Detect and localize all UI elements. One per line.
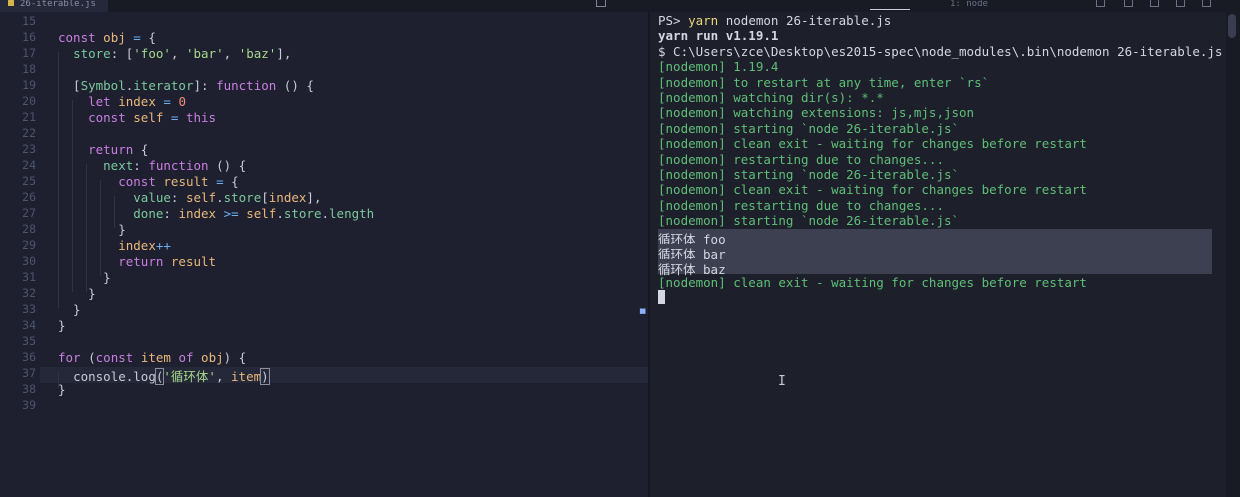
tab-output[interactable] — [730, 0, 750, 9]
line-number: 18 — [22, 62, 36, 76]
terminal-output-line: PS> yarn nodemon 26-iterable.js — [658, 13, 892, 28]
kill-terminal-icon[interactable] — [1150, 0, 1159, 7]
line-number: 17 — [22, 46, 36, 60]
terminal-output-line: [nodemon] watching dir(s): *.* — [658, 90, 884, 105]
line-number: 29 — [22, 238, 36, 252]
terminal-output-line: [nodemon] 1.19.4 — [658, 59, 779, 75]
top-tab-strip: 26-iterable.js 1: node — [0, 0, 1240, 12]
terminal-output-line: yarn run v1.19.1 — [658, 28, 779, 44]
line-number: 27 — [22, 206, 36, 220]
split-editor-icon[interactable] — [596, 0, 606, 7]
line-number: 39 — [22, 398, 36, 412]
js-file-icon — [8, 0, 14, 6]
terminal-output-line: [nodemon] starting `node 26-iterable.js` — [658, 120, 960, 136]
selection-highlight — [658, 228, 1212, 244]
line-number: 20 — [22, 94, 36, 108]
selection-highlight — [658, 244, 1212, 259]
text-cursor-ibeam-icon: I — [778, 374, 786, 389]
code-line[interactable]: index++ — [58, 238, 171, 253]
code-line[interactable]: } — [58, 382, 66, 397]
code-line[interactable]: const obj = { — [58, 30, 156, 45]
tab-problems[interactable] — [670, 0, 710, 9]
line-number: 33 — [22, 302, 36, 316]
code-line[interactable]: store: ['foo', 'bar', 'baz'], — [58, 46, 291, 61]
code-line[interactable]: } — [58, 286, 96, 301]
line-number: 24 — [22, 158, 36, 172]
code-line[interactable]: let index = 0 — [58, 94, 186, 109]
code-line[interactable]: value: self.store[index], — [58, 190, 321, 205]
line-number: 26 — [22, 190, 36, 204]
line-number: 34 — [22, 318, 36, 332]
terminal-output-line: [nodemon] restarting due to changes... — [658, 151, 944, 167]
line-number: 35 — [22, 334, 36, 348]
line-number: 23 — [22, 142, 36, 156]
terminal-output-line: [nodemon] restarting due to changes... — [658, 197, 944, 213]
code-line[interactable]: } — [58, 222, 126, 237]
code-line[interactable]: } — [58, 318, 66, 333]
terminal-output-line: [nodemon] starting `node 26-iterable.js` — [658, 167, 960, 182]
code-line[interactable]: const self = this — [58, 110, 216, 125]
tab-terminal[interactable] — [870, 0, 910, 10]
line-number: 22 — [22, 126, 36, 140]
code-line[interactable]: return result — [58, 254, 216, 269]
terminal-output-line: $ C:\Users\zce\Desktop\es2015-spec\node_… — [658, 43, 1223, 59]
terminal-scrollbar[interactable] — [1226, 12, 1240, 497]
code-line[interactable]: } — [58, 270, 111, 285]
terminal-output-line: [nodemon] clean exit - waiting for chang… — [658, 182, 1087, 198]
code-editor[interactable]: 15 16 17 18 19 20 21 22 23 24 25 26 27 28 29 30 31 32 33 34… — [0, 12, 648, 497]
code-line[interactable]: } — [58, 302, 81, 317]
line-number: 32 — [22, 286, 36, 300]
line-number: 37 — [22, 366, 36, 380]
line-number: 25 — [22, 174, 36, 188]
line-number: 30 — [22, 254, 36, 268]
line-number: 16 — [22, 30, 36, 44]
overview-ruler-marker: ▀ — [640, 310, 646, 320]
new-terminal-icon[interactable] — [1096, 0, 1105, 7]
line-number: 31 — [22, 270, 36, 284]
editor-tab[interactable]: 26-iterable.js — [0, 0, 108, 12]
terminal-output-line: [nodemon] starting `node 26-iterable.js` — [658, 213, 960, 229]
line-number: 19 — [22, 78, 36, 92]
split-terminal-icon[interactable] — [1124, 0, 1133, 7]
terminal-output-line: [nodemon] clean exit - waiting for chang… — [658, 274, 1087, 290]
code-line[interactable]: done: index >= self.store.length — [58, 206, 374, 221]
selection-highlight — [658, 259, 1212, 275]
maximize-panel-icon[interactable] — [1176, 0, 1185, 7]
line-number: 15 — [22, 14, 36, 28]
code-line[interactable]: console.log('循环体', item) — [58, 366, 270, 385]
terminal-cursor — [658, 290, 665, 304]
editor-tab-label: 26-iterable.js — [20, 0, 96, 9]
code-line[interactable]: next: function () { — [58, 158, 246, 173]
code-line[interactable]: return { — [58, 142, 148, 157]
code-line[interactable]: [Symbol.iterator]: function () { — [58, 78, 314, 93]
line-number: 28 — [22, 222, 36, 236]
terminal-output-line: [nodemon] clean exit - waiting for chang… — [658, 136, 1087, 152]
terminal-output-line: [nodemon] to restart at any time, enter … — [658, 74, 990, 90]
close-panel-icon[interactable] — [1202, 0, 1211, 7]
line-number: 36 — [22, 350, 36, 364]
terminal-panel[interactable]: PS> yarn nodemon 26-iterable.js yarn run … — [650, 12, 1226, 497]
terminal-panel-tabs: 1: node — [660, 0, 1240, 12]
code-line[interactable]: for (const item of obj) { — [58, 350, 246, 365]
terminal-scrollbar-thumb[interactable] — [1228, 14, 1236, 38]
line-number: 38 — [22, 382, 36, 396]
line-number: 21 — [22, 110, 36, 124]
tab-debug-console[interactable] — [780, 0, 840, 9]
terminal-output-line: [nodemon] watching extensions: js,mjs,js… — [658, 105, 975, 121]
terminal-select[interactable]: 1: node — [950, 0, 990, 9]
code-line[interactable]: const result = { — [58, 174, 238, 189]
